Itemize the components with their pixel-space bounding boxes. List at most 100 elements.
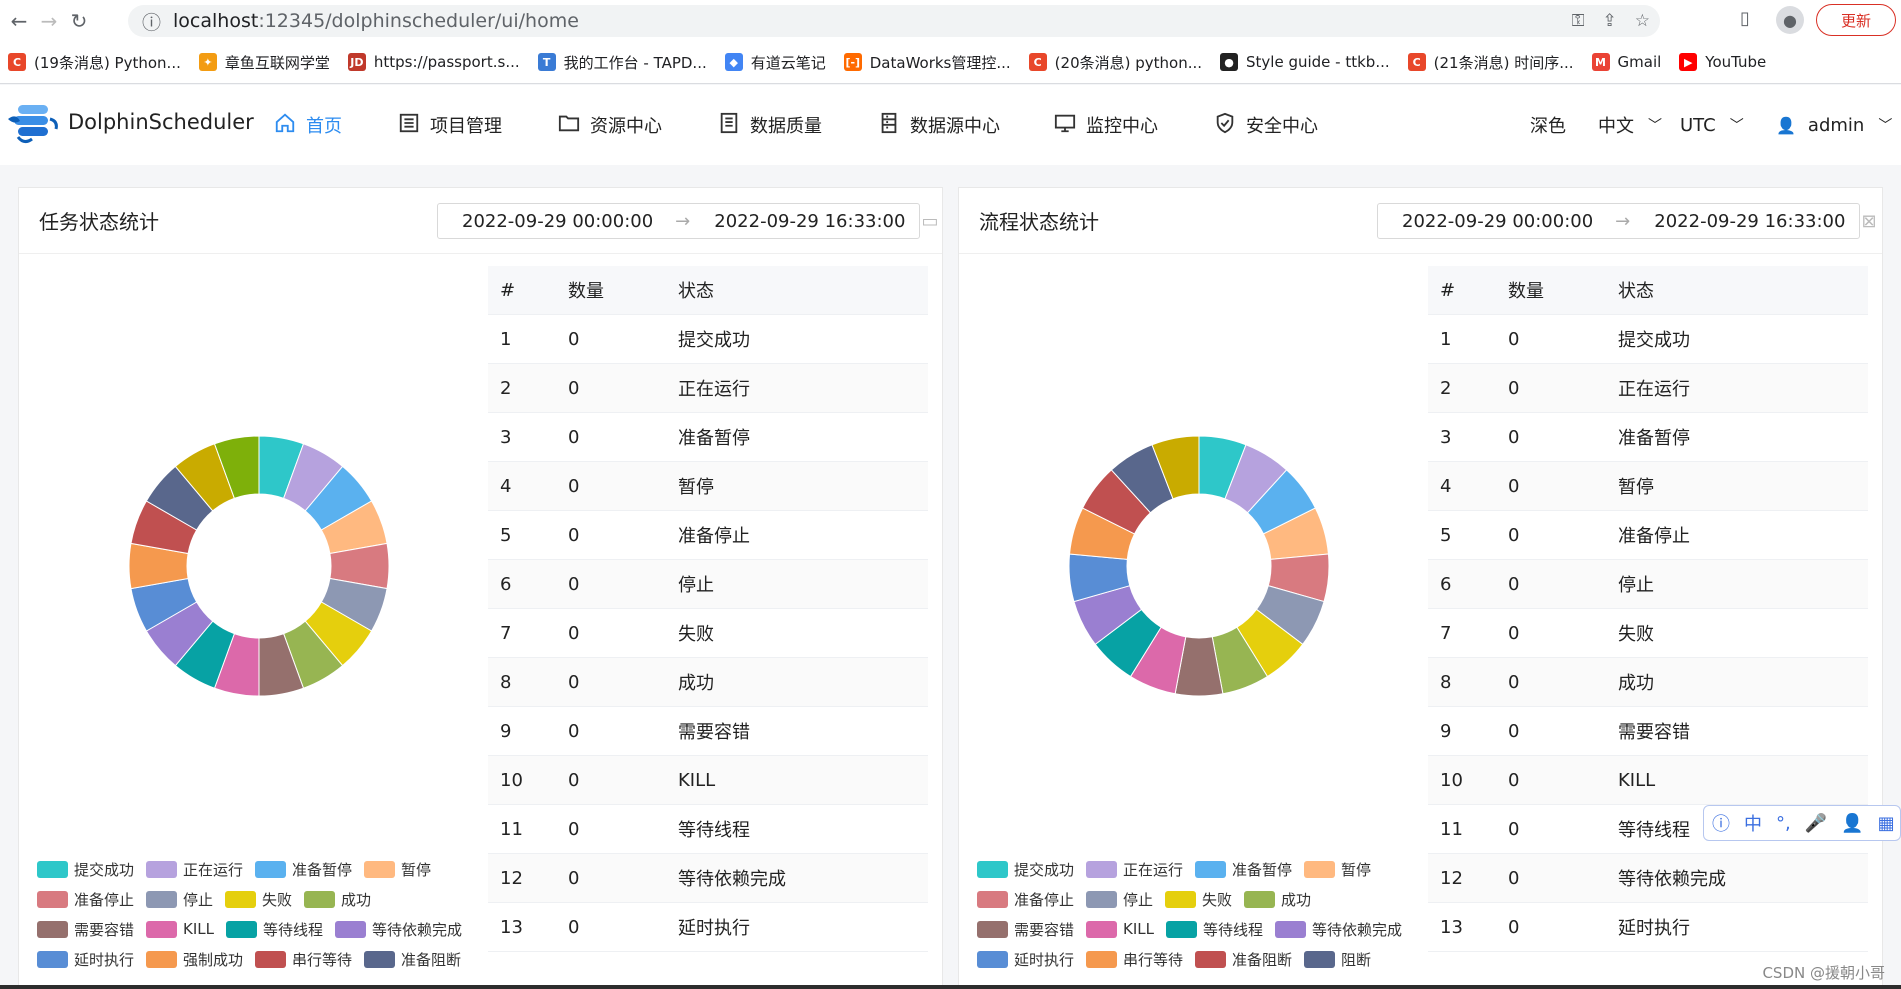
legend-item[interactable]: 准备阻断	[364, 949, 461, 970]
legend-item[interactable]: 停止	[146, 889, 213, 910]
ifly-icon[interactable]: ⓘ	[1712, 810, 1730, 836]
legend-item[interactable]: 延时执行	[37, 949, 134, 970]
ime-toolbar[interactable]: ⓘ 中 °, 🎤 👤 ▦	[1703, 805, 1901, 841]
bookmark-item[interactable]: M Gmail	[1591, 53, 1661, 71]
chevron-down-icon: ﹀	[1878, 118, 1893, 134]
legend-item[interactable]: 延时执行	[977, 949, 1074, 970]
sidepanel-icon[interactable]: ▯	[1740, 8, 1750, 29]
legend-row: 准备停止 停止 失败 成功	[977, 884, 1437, 914]
logo[interactable]: DolphinScheduler	[6, 99, 254, 145]
user-icon[interactable]: 👤	[1841, 813, 1863, 834]
menu-security[interactable]: 安全中心	[1214, 85, 1318, 165]
legend-item[interactable]: 强制成功	[146, 949, 243, 970]
legend-item[interactable]: 阻断	[1304, 949, 1371, 970]
bookmark-item[interactable]: C (21条消息) 时间序...	[1407, 52, 1574, 73]
bookmark-item[interactable]: JD https://passport.s...	[347, 53, 520, 71]
legend-item[interactable]: 串行等待	[255, 949, 352, 970]
microphone-icon[interactable]: 🎤	[1805, 813, 1827, 834]
bookmark-item[interactable]: ▶ YouTube	[1679, 53, 1766, 71]
bookmarks-bar: C (19条消息) Python... ✦ 章鱼互联网学堂 JD https://pass…	[0, 41, 1901, 84]
table-row: 4 0 暂停	[488, 462, 928, 511]
back-icon[interactable]: ←	[4, 6, 34, 36]
address-bar[interactable]: ⓘ localhost:12345/dolphinscheduler/ui/ho…	[128, 5, 1660, 37]
legend-label: 正在运行	[183, 860, 244, 879]
start-date[interactable]: 2022-09-29 00:00:00	[462, 211, 653, 232]
star-icon[interactable]: ☆	[1635, 11, 1650, 31]
bookmark-item[interactable]: T 我的工作台 - TAPD...	[537, 52, 707, 73]
panel-title: 任务状态统计	[39, 210, 159, 234]
legend-item[interactable]: 准备停止	[37, 889, 134, 910]
legend-label: KILL	[1123, 920, 1154, 938]
legend-item[interactable]: 成功	[304, 889, 371, 910]
update-button[interactable]: 更新	[1816, 4, 1896, 36]
menu-datasource[interactable]: 数据源中心	[878, 85, 1000, 165]
reload-icon[interactable]: ↻	[64, 6, 94, 36]
share-icon[interactable]: ⇪	[1603, 11, 1617, 31]
legend-item[interactable]: 正在运行	[1086, 859, 1183, 880]
table-row: 13 0 延时执行	[1428, 903, 1868, 952]
menu-monitor[interactable]: 监控中心	[1054, 85, 1158, 165]
legend-label: 提交成功	[74, 860, 135, 879]
grid-icon[interactable]: ▦	[1878, 813, 1895, 834]
date-range-picker[interactable]: 2022-09-29 00:00:00 → 2022-09-29 16:33:0…	[437, 203, 938, 239]
legend-item[interactable]: 等待线程	[1166, 919, 1263, 940]
table-cell: 准备停止	[678, 526, 750, 547]
bookmark-favicon-icon: ◆	[724, 53, 743, 71]
user-menu[interactable]: 👤 admin ﹀	[1776, 85, 1892, 165]
date-range-picker[interactable]: 2022-09-29 00:00:00 → 2022-09-29 16:33:0…	[1377, 203, 1877, 239]
legend-item[interactable]: 提交成功	[37, 859, 134, 880]
punctuation-icon[interactable]: °,	[1776, 813, 1791, 834]
profile-icon[interactable]: ●	[1776, 6, 1804, 34]
start-date[interactable]: 2022-09-29 00:00:00	[1402, 211, 1593, 232]
legend-item[interactable]: 成功	[1244, 889, 1311, 910]
legend-item[interactable]: 需要容错	[977, 919, 1074, 940]
table-cell: 12	[500, 867, 523, 889]
legend-row: 提交成功 正在运行 准备暂停 暂停	[37, 854, 497, 884]
chinese-mode-icon[interactable]: 中	[1744, 810, 1762, 836]
legend-item[interactable]: 暂停	[1304, 859, 1371, 880]
legend-item[interactable]: 停止	[1086, 889, 1153, 910]
forward-icon[interactable]: →	[34, 6, 64, 36]
end-date[interactable]: 2022-09-29 16:33:00	[714, 211, 905, 232]
legend-item[interactable]: 失败	[225, 889, 292, 910]
theme-toggle[interactable]: 深色	[1530, 85, 1566, 165]
legend-item[interactable]: 准备阻断	[1195, 949, 1292, 970]
info-icon[interactable]: ⓘ	[142, 8, 161, 35]
menu-resources[interactable]: 资源中心	[558, 85, 662, 165]
legend-item[interactable]: 正在运行	[146, 859, 243, 880]
end-date[interactable]: 2022-09-29 16:33:00	[1654, 211, 1845, 232]
bookmark-item[interactable]: [-] DataWorks管理控...	[843, 52, 1011, 73]
legend-item[interactable]: 串行等待	[1086, 949, 1183, 970]
legend-item[interactable]: 需要容错	[37, 919, 134, 940]
table-cell: 需要容错	[678, 722, 750, 743]
key-icon[interactable]: ⚿	[1572, 11, 1585, 31]
legend-item[interactable]: 等待依赖完成	[335, 919, 462, 940]
legend-item[interactable]: 准备暂停	[1195, 859, 1292, 880]
bookmark-item[interactable]: ✦ 章鱼互联网学堂	[198, 52, 330, 73]
legend-item[interactable]: KILL	[1086, 920, 1154, 938]
calendar-icon[interactable]: ▭	[921, 211, 938, 232]
legend-item[interactable]: 暂停	[364, 859, 431, 880]
timezone-select[interactable]: UTC ﹀	[1680, 85, 1744, 165]
legend-label: 等待依赖完成	[1312, 920, 1403, 939]
bookmark-item[interactable]: ● Style guide - ttkb...	[1220, 53, 1390, 71]
bookmark-item[interactable]: C (19条消息) Python...	[8, 52, 181, 73]
table-header-row: # 数量 状态	[488, 266, 928, 315]
legend-item[interactable]: 等待依赖完成	[1275, 919, 1402, 940]
legend-item[interactable]: 等待线程	[226, 919, 323, 940]
bookmark-item[interactable]: ◆ 有道云笔记	[724, 52, 826, 73]
legend-item[interactable]: 准备暂停	[255, 859, 352, 880]
menu-data-quality[interactable]: 数据质量	[718, 85, 822, 165]
legend-item[interactable]: 提交成功	[977, 859, 1074, 880]
legend-item[interactable]: KILL	[146, 920, 214, 938]
table-cell: 7	[1440, 622, 1452, 644]
menu-home[interactable]: 首页	[274, 85, 342, 165]
legend-item[interactable]: 准备停止	[977, 889, 1074, 910]
clear-icon[interactable]: ⊠	[1861, 211, 1876, 232]
bookmark-item[interactable]: C (20条消息) python...	[1028, 52, 1202, 73]
menu-projects[interactable]: 项目管理	[398, 85, 502, 165]
bookmark-label: https://passport.s...	[373, 53, 520, 71]
legend-item[interactable]: 失败	[1165, 889, 1232, 910]
language-select[interactable]: 中文 ﹀	[1598, 85, 1662, 165]
table-cell: 0	[568, 671, 580, 693]
